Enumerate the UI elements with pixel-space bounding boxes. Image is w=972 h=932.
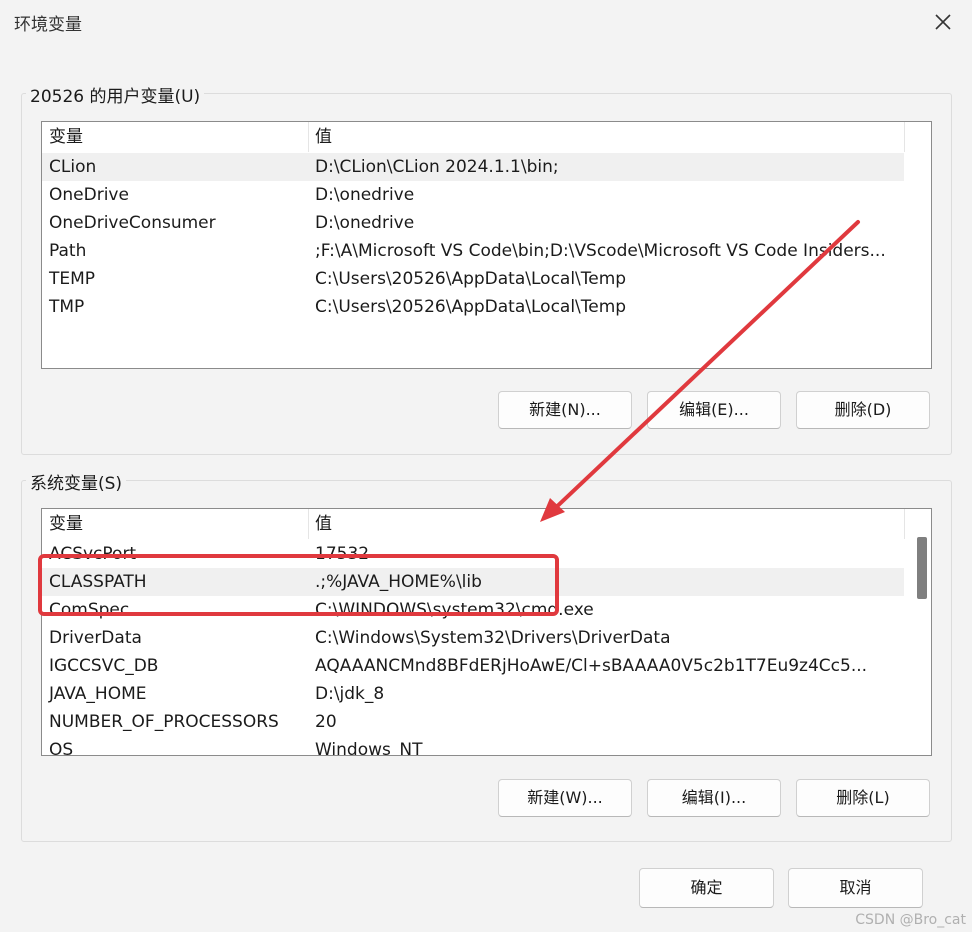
user-new-button[interactable]: 新建(N)... xyxy=(498,391,632,429)
table-row[interactable]: CLASSPATH .;%JAVA_HOME%\lib xyxy=(42,568,904,596)
vertical-scrollbar[interactable] xyxy=(909,509,931,755)
user-delete-button[interactable]: 删除(D) xyxy=(796,391,930,429)
table-row[interactable]: IGCCSVC_DB AQAAANCMnd8BFdERjHoAwE/Cl+sBA… xyxy=(42,652,904,680)
table-row[interactable]: OS Windows_NT xyxy=(42,736,904,756)
row-value: C:\Users\20526\AppData\Local\Temp xyxy=(315,297,627,317)
table-row[interactable]: TMP C:\Users\20526\AppData\Local\Temp xyxy=(42,293,904,321)
row-value: D:\onedrive xyxy=(315,213,415,233)
header-value[interactable]: 值 xyxy=(315,509,332,539)
row-variable: DriverData xyxy=(49,628,142,648)
row-variable: IGCCSVC_DB xyxy=(49,656,159,676)
user-edit-button[interactable]: 编辑(E)... xyxy=(647,391,781,429)
row-value: D:\CLion\CLion 2024.1.1\bin; xyxy=(315,157,559,177)
row-variable: TEMP xyxy=(49,269,96,289)
row-variable: CLASSPATH xyxy=(49,572,147,592)
header-variable[interactable]: 变量 xyxy=(49,122,83,152)
row-value: 17532 xyxy=(315,544,370,564)
row-value: AQAAANCMnd8BFdERjHoAwE/Cl+sBAAAA0V5c2b1T… xyxy=(315,656,868,676)
row-value: D:\jdk_8 xyxy=(315,684,385,704)
table-row[interactable]: DriverData C:\Windows\System32\Drivers\D… xyxy=(42,624,904,652)
table-row[interactable]: CLion D:\CLion\CLion 2024.1.1\bin; xyxy=(42,153,904,181)
cancel-button[interactable]: 取消 xyxy=(788,868,923,908)
window-title: 环境变量 xyxy=(14,15,82,35)
row-variable: Path xyxy=(49,241,87,261)
close-icon[interactable] xyxy=(930,9,956,35)
system-edit-button[interactable]: 编辑(I)... xyxy=(647,779,781,817)
row-value: .;%JAVA_HOME%\lib xyxy=(315,572,482,592)
list-header: 变量 值 xyxy=(42,509,931,539)
table-row[interactable]: TEMP C:\Users\20526\AppData\Local\Temp xyxy=(42,265,904,293)
row-variable: OneDriveConsumer xyxy=(49,213,216,233)
list-header: 变量 值 xyxy=(42,122,931,152)
row-variable: TMP xyxy=(49,297,85,317)
system-delete-button[interactable]: 删除(L) xyxy=(796,779,930,817)
row-value: Windows_NT xyxy=(315,740,423,756)
row-variable: ComSpec xyxy=(49,600,130,620)
row-value: ;F:\A\Microsoft VS Code\bin;D:\VScode\Mi… xyxy=(315,241,886,261)
system-new-button[interactable]: 新建(W)... xyxy=(498,779,632,817)
header-value[interactable]: 值 xyxy=(315,122,332,152)
row-variable: ACSvcPort xyxy=(49,544,137,564)
user-variables-label: 20526 的用户变量(U) xyxy=(26,82,205,107)
system-variables-list[interactable]: 变量 值 ACSvcPort 17532 CLASSPATH .;%JAVA_H… xyxy=(41,508,932,756)
row-value: C:\Users\20526\AppData\Local\Temp xyxy=(315,269,627,289)
table-row[interactable]: OneDriveConsumer D:\onedrive xyxy=(42,209,904,237)
title-bar: 环境变量 xyxy=(0,0,972,44)
table-row[interactable]: ComSpec C:\WINDOWS\system32\cmd.exe xyxy=(42,596,904,624)
system-variables-label: 系统变量(S) xyxy=(26,469,127,494)
row-variable: CLion xyxy=(49,157,97,177)
user-variables-list[interactable]: 变量 值 CLion D:\CLion\CLion 2024.1.1\bin; … xyxy=(41,121,932,369)
scrollbar-thumb[interactable] xyxy=(917,537,927,599)
row-variable: OneDrive xyxy=(49,185,129,205)
row-value: D:\onedrive xyxy=(315,185,415,205)
table-row[interactable]: ACSvcPort 17532 xyxy=(42,540,904,568)
row-value: C:\WINDOWS\system32\cmd.exe xyxy=(315,600,594,620)
row-variable: JAVA_HOME xyxy=(49,684,147,704)
table-row[interactable]: Path ;F:\A\Microsoft VS Code\bin;D:\VSco… xyxy=(42,237,904,265)
table-row[interactable]: OneDrive D:\onedrive xyxy=(42,181,904,209)
watermark: CSDN @Bro_cat xyxy=(855,912,966,928)
row-value: C:\Windows\System32\Drivers\DriverData xyxy=(315,628,671,648)
row-variable: NUMBER_OF_PROCESSORS xyxy=(49,712,279,732)
row-variable: OS xyxy=(49,740,74,756)
table-row[interactable]: NUMBER_OF_PROCESSORS 20 xyxy=(42,708,904,736)
header-variable[interactable]: 变量 xyxy=(49,509,83,539)
table-row[interactable]: JAVA_HOME D:\jdk_8 xyxy=(42,680,904,708)
row-value: 20 xyxy=(315,712,337,732)
ok-button[interactable]: 确定 xyxy=(639,868,774,908)
